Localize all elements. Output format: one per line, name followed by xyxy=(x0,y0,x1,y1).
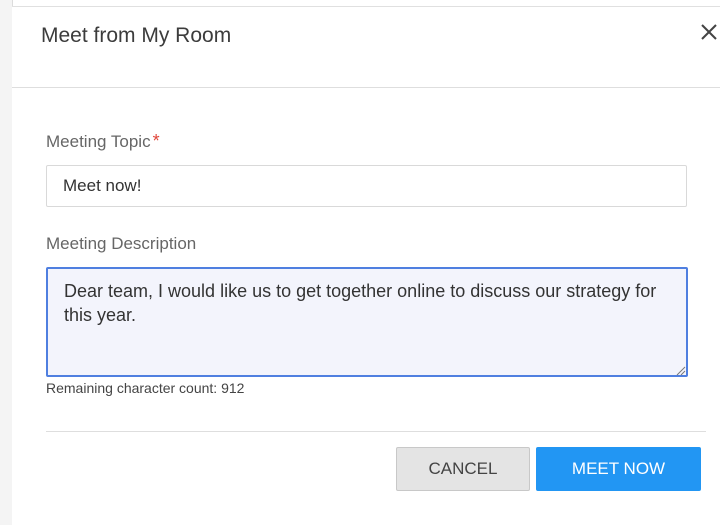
meeting-description-textarea[interactable]: Dear team, I would like us to get togeth… xyxy=(46,267,688,377)
resize-grip-icon[interactable] xyxy=(674,363,686,376)
meeting-topic-input[interactable] xyxy=(46,165,687,207)
close-icon[interactable] xyxy=(696,19,720,45)
required-marker: * xyxy=(152,131,160,151)
meeting-description-label: Meeting Description xyxy=(46,234,197,253)
dialog-title: Meet from My Room xyxy=(41,24,232,47)
meeting-topic-label-text: Meeting Topic xyxy=(46,132,151,151)
cancel-button[interactable]: CANCEL xyxy=(396,447,530,491)
remaining-character-count: Remaining character count: 912 xyxy=(46,380,245,396)
meet-now-button[interactable]: MEET NOW xyxy=(536,447,701,491)
dialog-header: Meet from My Room xyxy=(12,7,720,88)
meeting-topic-label: Meeting Topic * xyxy=(46,131,160,152)
footer-divider xyxy=(46,431,706,432)
meet-from-my-room-dialog: Meet from My Room Meeting Topic* Meeting… xyxy=(12,6,720,526)
